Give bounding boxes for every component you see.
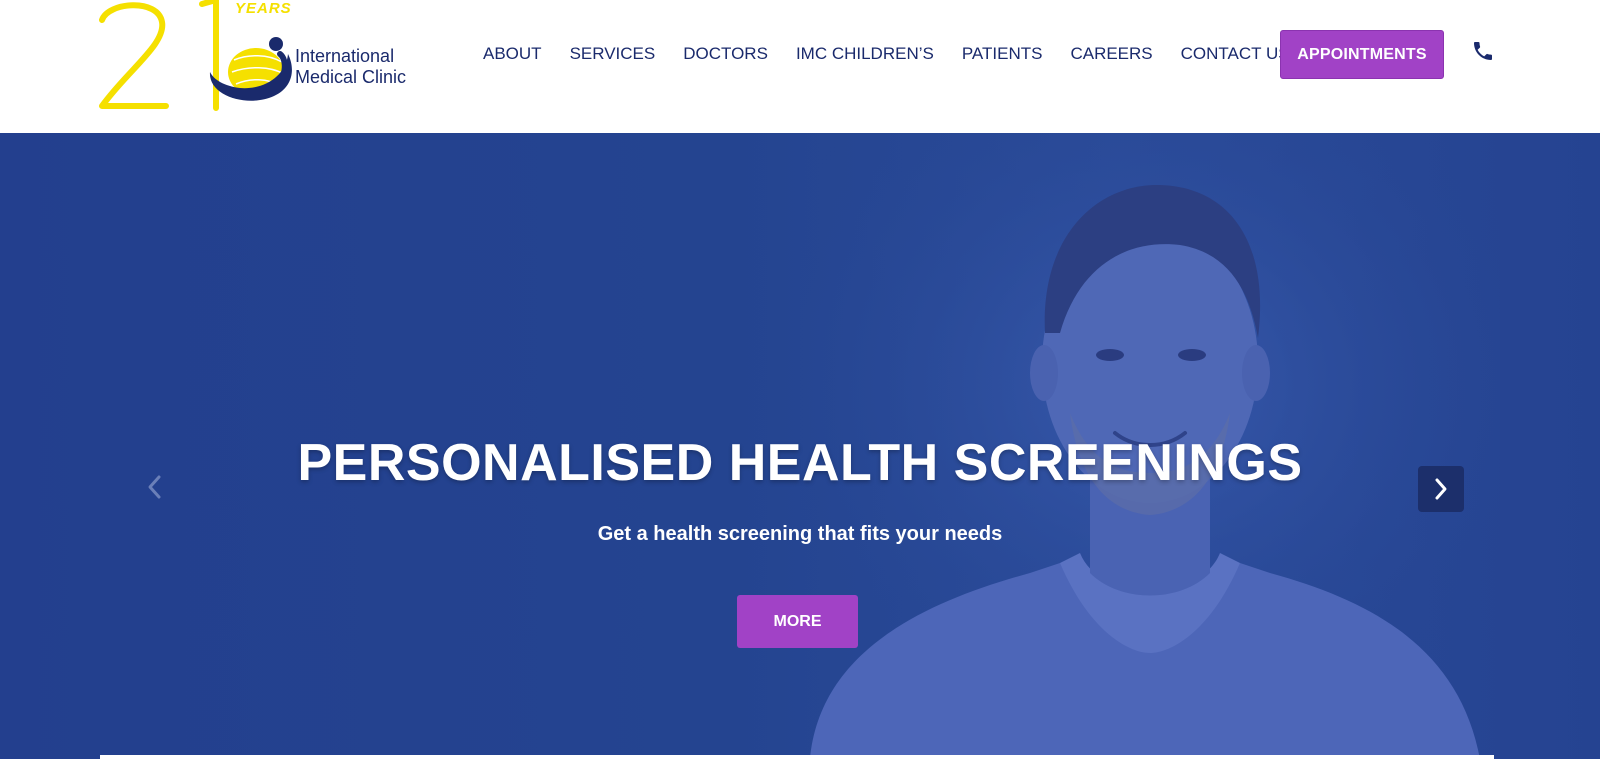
hero-title: PERSONALISED HEALTH SCREENINGS <box>297 434 1303 492</box>
nav-item-about[interactable]: ABOUT <box>483 44 542 64</box>
logo-years-label: YEARS <box>235 0 292 17</box>
nav-item-services[interactable]: SERVICES <box>570 44 656 64</box>
main-nav: ABOUT SERVICES DOCTORS IMC CHILDREN’S PA… <box>483 30 1318 78</box>
appointments-button[interactable]: APPOINTMENTS <box>1280 30 1444 79</box>
chevron-right-icon <box>1435 478 1447 500</box>
logo-name-line1: International <box>295 46 395 66</box>
nav-item-imc-childrens[interactable]: IMC CHILDREN’S <box>796 44 934 64</box>
logo-name-line2: Medical Clinic <box>295 67 407 87</box>
slider-next-button[interactable] <box>1418 466 1464 512</box>
nav-item-doctors[interactable]: DOCTORS <box>683 44 768 64</box>
logo-clinic-name: International Medical Clinic <box>295 46 406 88</box>
nav-item-patients[interactable]: PATIENTS <box>962 44 1043 64</box>
site-logo[interactable]: YEARS International Medical Clinic <box>98 0 418 115</box>
hero-subtitle: Get a health screening that fits your ne… <box>597 523 1003 545</box>
hero-slider: PERSONALISED HEALTH SCREENINGS Get a hea… <box>0 133 1600 759</box>
hero-more-button[interactable]: MORE <box>737 595 858 648</box>
nav-item-careers[interactable]: CAREERS <box>1070 44 1152 64</box>
phone-icon[interactable] <box>1471 39 1495 63</box>
nav-item-contact-us[interactable]: CONTACT US <box>1181 44 1290 64</box>
site-header: YEARS International Medical Clinic ABOUT… <box>0 0 1600 133</box>
content-panel-edge <box>100 755 1494 759</box>
